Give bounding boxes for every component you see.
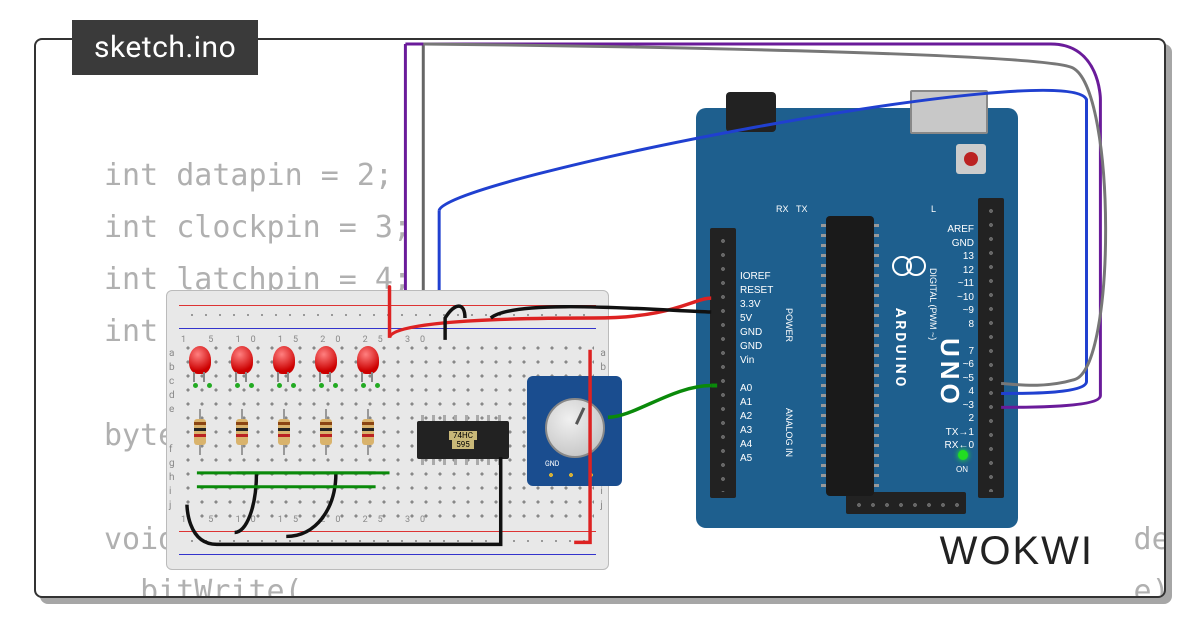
left-pin-labels: IOREF RESET 3.3V 5V GND GND Vin A0 A1 A2… (740, 270, 773, 466)
led-2[interactable] (231, 346, 253, 374)
led-4[interactable] (315, 346, 337, 374)
filename: sketch.ino (94, 30, 236, 65)
shift-register-chip[interactable]: 74HC 595 (417, 421, 509, 459)
arduino-logo-icon (892, 256, 926, 276)
usb-port (910, 90, 988, 134)
reset-button[interactable] (956, 144, 986, 174)
breadboard[interactable]: 1 5 10 15 20 25 30 1 5 10 15 20 25 30 a … (166, 290, 609, 570)
potentiometer[interactable]: GND (527, 376, 622, 486)
bb-rows-bot: f g h i j (169, 443, 175, 513)
led-3[interactable] (273, 346, 295, 374)
pot-knob[interactable] (545, 398, 605, 458)
right-pin-labels: AREF GND 13 12 ~11 ~10 ~9 8 7 ~6 ~5 4 ~3… (945, 223, 974, 453)
arduino-text: ARDUINO (892, 308, 908, 389)
arduino-uno[interactable]: ARDUINO UNO ON IOREF RESET 3.3V 5V GND G… (696, 108, 1018, 528)
bb-col-numbers-top: 1 5 10 15 20 25 30 (181, 335, 435, 345)
led-1[interactable] (189, 346, 211, 374)
led-5[interactable] (357, 346, 379, 374)
file-tab[interactable]: sketch.ino (72, 20, 258, 75)
barrel-jack (726, 92, 776, 132)
atmega-chip (826, 216, 874, 496)
bb-col-numbers-bot: 1 5 10 15 20 25 30 (181, 515, 435, 525)
canvas-frame: int datapin = 2; int clockpin = 3; int l… (34, 38, 1166, 598)
bb-rows-top: a b c d e (169, 347, 175, 417)
